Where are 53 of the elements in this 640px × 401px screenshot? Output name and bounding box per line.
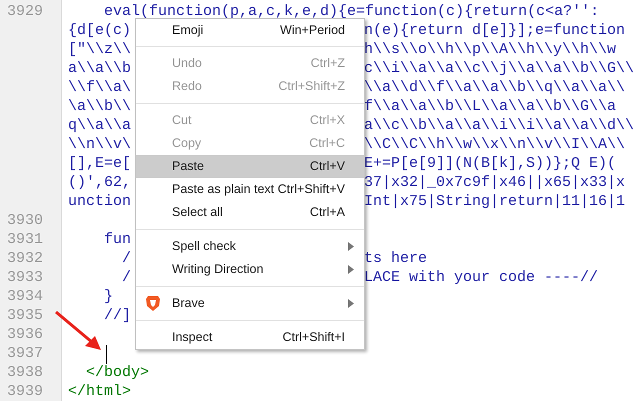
code-line: a\\c\\b\\a\\a\\i\\i\\a\\a\\d\\ xyxy=(364,116,634,136)
code-line: LACE with your code ----// xyxy=(364,268,598,288)
lion-shield-icon xyxy=(145,295,161,312)
code-line: 37|x32|_0x7c9f|x46||x65|x33|x xyxy=(364,173,626,194)
code-line: / xyxy=(121,249,132,270)
line-number: 3930 xyxy=(7,211,44,232)
text-cursor xyxy=(106,345,107,364)
code-line: \a\\b\\ xyxy=(68,97,132,118)
line-number: 3939 xyxy=(7,382,44,401)
code-line: \\f\\a\ xyxy=(68,78,132,98)
code-line: \\n\\v\ xyxy=(68,135,132,156)
line-number: 3933 xyxy=(7,268,44,288)
menu-item[interactable]: Emoji Win+Period xyxy=(136,19,364,41)
menu-item[interactable]: Brave xyxy=(136,292,364,315)
submenu-arrow-icon xyxy=(348,299,354,308)
code-line: / xyxy=(121,268,132,288)
code-line: c\\i\\a\\a\\c\\j\\a\\a\\b\\G\\ xyxy=(364,59,634,80)
code-line: } xyxy=(103,287,114,308)
code-line: ()',62, xyxy=(68,173,132,194)
line-number: 3929 xyxy=(7,2,44,22)
line-number: 3938 xyxy=(7,363,44,384)
code-line: q\\a\\a xyxy=(68,116,132,136)
code-line: ts here xyxy=(364,249,428,270)
code-line: </body> xyxy=(85,363,150,384)
code-line: f\\a\\a\\b\\L\\a\\a\\b\\G\\a xyxy=(364,97,616,118)
line-number: 3932 xyxy=(7,249,44,270)
code-line: fun xyxy=(103,230,132,250)
code-line: a\\a\\b xyxy=(68,59,132,80)
line-number: 3937 xyxy=(7,344,44,364)
code-line: </html> xyxy=(68,382,132,401)
code-line: unction xyxy=(68,192,132,212)
code-line: n(e){return d[e]}];e=function xyxy=(364,21,626,42)
code-line: {d[e(c) xyxy=(68,21,132,42)
code-line: \\C\\C\\h\\w\\x\\n\\v\\I\\A\\ xyxy=(364,135,626,156)
code-line: h\\s\\o\\h\\p\\A\\h\\y\\h\\w xyxy=(364,40,616,60)
menu-item[interactable]: Paste Ctrl+V xyxy=(136,155,364,178)
menu-item[interactable]: Spell check xyxy=(136,235,364,258)
code-line: //] xyxy=(103,306,132,326)
code-line: \\a\\d\\f\\a\\a\\b\\q\\a\\a\\ xyxy=(364,78,626,98)
line-number: 3931 xyxy=(7,230,44,250)
menu-item[interactable]: Writing Direction xyxy=(136,258,364,281)
submenu-arrow-icon xyxy=(348,242,354,251)
line-number: 3935 xyxy=(7,306,44,326)
menu-item[interactable]: Select all Ctrl+A xyxy=(136,201,364,224)
line-number: 3936 xyxy=(7,325,44,346)
code-line: [],E=e[ xyxy=(68,154,132,174)
code-line: ["\\z\\ xyxy=(68,40,132,60)
code-line: E+=P[e[9]](N(B[k],S))};Q E)( xyxy=(364,154,616,174)
submenu-arrow-icon xyxy=(348,265,354,274)
line-number: 3934 xyxy=(7,287,44,308)
code-line: Int|x75|String|return|11|16|1 xyxy=(364,192,626,212)
menu-item[interactable]: Inspect Ctrl+Shift+I xyxy=(136,326,364,349)
menu-item[interactable]: Paste as plain text Ctrl+Shift+V xyxy=(136,178,364,201)
